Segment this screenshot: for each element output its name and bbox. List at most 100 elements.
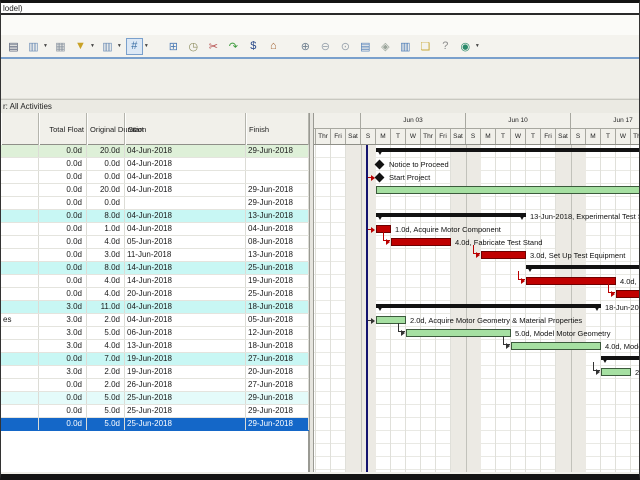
column-header-total-float[interactable]: Total Float <box>39 113 87 145</box>
summary-bar[interactable] <box>376 304 601 308</box>
comment-icon[interactable]: ❏ <box>417 38 434 55</box>
table-row[interactable]: 0.0d5.0d25-Jun-201829-Jun-2018 <box>1 392 309 405</box>
filter-icon[interactable]: ▼ <box>72 38 89 55</box>
table-row[interactable]: 0.0d0.0d04-Jun-2018 <box>1 171 309 184</box>
table-row[interactable]: 3.0d2.0d19-Jun-201820-Jun-2018 <box>1 366 309 379</box>
dropdown-caret-icon[interactable]: ▼ <box>43 43 48 49</box>
cell-total_float: 3.0d <box>39 340 87 352</box>
table-row[interactable]: 0.0d0.0d04-Jun-2018 <box>1 158 309 171</box>
column-header-original-duration[interactable]: Original Duration <box>87 113 125 145</box>
critical-activity-bar[interactable] <box>481 251 526 259</box>
column-header-start[interactable]: Start <box>125 113 246 145</box>
summary-bar[interactable] <box>376 213 526 217</box>
zoom-fit-icon[interactable]: ⊙ <box>337 38 354 55</box>
globe-icon[interactable]: ◉ <box>457 38 474 55</box>
critical-activity-bar[interactable] <box>526 277 616 285</box>
summary-bar[interactable] <box>526 265 639 269</box>
cell-total_float: 3.0d <box>39 301 87 313</box>
zoom-in-icon[interactable]: ⊕ <box>297 38 314 55</box>
group-icon[interactable]: ▥ <box>99 38 116 55</box>
table-row[interactable]: 0.0d5.0d25-Jun-201829-Jun-2018 <box>1 418 309 431</box>
milestone-diamond[interactable] <box>375 160 385 170</box>
resources-icon[interactable]: ⌂ <box>265 38 282 55</box>
columns-icon[interactable]: ▥ <box>25 38 42 55</box>
activity-bar[interactable] <box>511 342 601 350</box>
table-row[interactable]: 0.0d2.0d26-Jun-201827-Jun-2018 <box>1 379 309 392</box>
activity-bar[interactable] <box>601 368 631 376</box>
cell-finish: 29-Jun-2018 <box>246 418 309 430</box>
cell-total_float: 0.0d <box>39 145 87 157</box>
table-row[interactable]: 0.0d0.0d29-Jun-2018 <box>1 197 309 210</box>
cell-start: 04-Jun-2018 <box>125 184 246 196</box>
timescale-day: W <box>511 129 526 145</box>
summary-bar[interactable] <box>376 148 639 152</box>
relationship-arrow <box>521 278 525 284</box>
table-row[interactable]: 0.0d5.0d25-Jun-201829-Jun-2018 <box>1 405 309 418</box>
table-row[interactable]: 0.0d4.0d20-Jun-201825-Jun-2018 <box>1 288 309 301</box>
critical-activity-bar[interactable] <box>616 290 639 298</box>
critical-activity-bar[interactable] <box>391 238 451 246</box>
table-row[interactable]: 0.0d8.0d04-Jun-201813-Jun-2018 <box>1 210 309 223</box>
cell-start: 04-Jun-2018 <box>125 145 246 157</box>
clock-icon[interactable]: ◷ <box>185 38 202 55</box>
split-view-icon[interactable]: ▥ <box>397 38 414 55</box>
timescale-day: Fri <box>331 129 346 145</box>
timescale-day: T <box>391 129 406 145</box>
number-format-icon[interactable]: # <box>126 38 143 55</box>
table-row[interactable]: 0.0d20.0d04-Jun-201829-Jun-2018 <box>1 145 309 158</box>
cell-duration: 2.0d <box>87 314 125 326</box>
cell-duration: 0.0d <box>87 158 125 170</box>
timescale-blank <box>314 113 361 129</box>
dropdown-caret-icon[interactable]: ▼ <box>144 43 149 49</box>
bar-label: Start Project <box>389 173 430 182</box>
timescale-week: Jun 10 <box>466 113 571 129</box>
table-row[interactable]: 0.0d20.0d04-Jun-201829-Jun-2018 <box>1 184 309 197</box>
table-row[interactable]: 0.0d1.0d04-Jun-201804-Jun-2018 <box>1 223 309 236</box>
schedule-icon[interactable]: ⊞ <box>165 38 182 55</box>
layout-icon[interactable]: ▤ <box>5 38 22 55</box>
timescale-day: M <box>481 129 496 145</box>
table-row[interactable]: 0.0d4.0d14-Jun-201819-Jun-2018 <box>1 275 309 288</box>
activity-bar[interactable] <box>406 329 511 337</box>
activity-bar[interactable] <box>376 186 639 194</box>
cell-total_float: 0.0d <box>39 236 87 248</box>
menu-area <box>1 15 639 35</box>
rows-icon[interactable]: ▤ <box>357 38 374 55</box>
table-row[interactable]: 0.0d3.0d11-Jun-201813-Jun-2018 <box>1 249 309 262</box>
column-header-finish[interactable]: Finish <box>246 113 309 145</box>
table-row[interactable]: 0.0d4.0d05-Jun-201808-Jun-2018 <box>1 236 309 249</box>
dropdown-caret-icon[interactable]: ▼ <box>475 43 480 49</box>
help-icon[interactable]: ? <box>437 38 454 55</box>
cell-duration: 20.0d <box>87 184 125 196</box>
bar-label: 4.0d, Pe <box>620 277 639 286</box>
level-resources-icon[interactable]: ✂ <box>205 38 222 55</box>
column-header-name[interactable] <box>1 113 39 145</box>
bar-label: 4.0d, Model <box>605 342 639 351</box>
cell-finish: 12-Jun-2018 <box>246 327 309 339</box>
cell-finish: 29-Jun-2018 <box>246 145 309 157</box>
window-title-text: lodel) <box>3 4 23 13</box>
cell-duration: 0.0d <box>87 197 125 209</box>
apply-actuals-icon[interactable]: ↷ <box>225 38 242 55</box>
table-row[interactable]: 3.0d4.0d13-Jun-201818-Jun-2018 <box>1 340 309 353</box>
cost-icon[interactable]: $ <box>245 38 262 55</box>
dropdown-caret-icon[interactable]: ▼ <box>117 43 122 49</box>
table-row[interactable]: 0.0d8.0d14-Jun-201825-Jun-2018 <box>1 262 309 275</box>
table-row[interactable]: es3.0d2.0d04-Jun-201805-Jun-2018 <box>1 314 309 327</box>
table-row[interactable]: 3.0d5.0d06-Jun-201812-Jun-2018 <box>1 327 309 340</box>
cell-name <box>1 262 39 274</box>
fields-icon[interactable]: ▦ <box>52 38 69 55</box>
cell-finish <box>246 158 309 170</box>
bar-label: 3.0d, Set Up Test Equipment <box>530 251 625 260</box>
zoom-out-icon[interactable]: ⊖ <box>317 38 334 55</box>
relationship-arrow <box>371 318 375 324</box>
expand-collapse-icon[interactable]: ◈ <box>377 38 394 55</box>
milestone-diamond[interactable] <box>375 173 385 183</box>
table-row[interactable]: 3.0d11.0d04-Jun-201818-Jun-2018 <box>1 301 309 314</box>
dropdown-caret-icon[interactable]: ▼ <box>90 43 95 49</box>
timescale-day: M <box>376 129 391 145</box>
cell-total_float: 0.0d <box>39 262 87 274</box>
relationship-arrow <box>596 369 600 375</box>
gantt-timescale: Jun 03Jun 10Jun 17ThrFriSatSMTWThrFriSat… <box>314 113 639 145</box>
table-row[interactable]: 0.0d7.0d19-Jun-201827-Jun-2018 <box>1 353 309 366</box>
